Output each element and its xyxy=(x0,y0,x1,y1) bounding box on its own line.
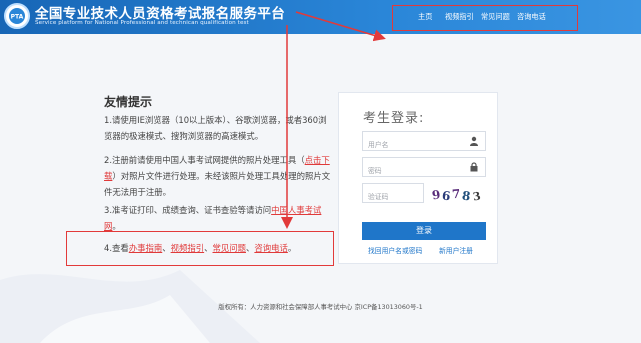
tip-4-sep: 、 xyxy=(162,243,171,253)
captcha-image[interactable]: 9 6 7 8 3 xyxy=(430,187,487,206)
nav-item-hotline[interactable]: 咨询电话 xyxy=(517,12,546,22)
tip-4-text-after: 。 xyxy=(287,243,297,253)
logo-text: PTA xyxy=(11,14,24,21)
logo-icon: PTA xyxy=(4,3,30,29)
video-guide-link[interactable]: 视频指引 xyxy=(171,243,205,253)
login-button[interactable]: 登录 xyxy=(362,222,486,240)
register-link[interactable]: 新用户注册 xyxy=(439,245,473,255)
captcha-input[interactable] xyxy=(363,188,419,206)
tip-2-text-before: 2.注册前请使用中国人事考试网提供的照片处理工具（ xyxy=(104,155,305,165)
captcha-char: 6 xyxy=(441,188,452,204)
user-icon xyxy=(470,136,478,146)
tip-3: 3.准考证打印、成绩查询、证书查验等请访问中国人事考试网。 xyxy=(104,202,332,234)
guide-link[interactable]: 办事指南 xyxy=(129,243,163,253)
password-input[interactable] xyxy=(363,162,463,180)
tip-2-text-after: ）对照片文件进行处理。未经该照片处理工具处理的照片文件无法用于注册。 xyxy=(104,171,331,197)
tip-3-text-before: 3.准考证打印、成绩查询、证书查验等请访问 xyxy=(104,205,272,215)
tips-title: 友情提示 xyxy=(104,95,153,109)
tip-2: 2.注册前请使用中国人事考试网提供的照片处理工具（点击下载）对照片文件进行处理。… xyxy=(104,152,332,200)
site-subtitle: Service platform for National Profession… xyxy=(35,20,249,26)
captcha-char: 9 xyxy=(431,187,442,203)
footer-copyright: 版权所有：人力资源和社会保障部人事考试中心 京ICP备13013060号-1 xyxy=(218,303,423,311)
forgot-credentials-link[interactable]: 找回用户名或密码 xyxy=(368,245,422,255)
nav-item-home[interactable]: 主页 xyxy=(418,12,432,22)
captcha-field xyxy=(362,183,424,206)
captcha-char: 8 xyxy=(461,188,472,204)
tip-4-text-before: 4.查看 xyxy=(104,243,129,253)
nav-item-faq[interactable]: 常见问题 xyxy=(481,12,510,22)
login-title: 考生登录: xyxy=(363,111,425,126)
tip-3-text-after: 。 xyxy=(112,221,121,231)
tip-4: 4.查看办事指南、视频指引、常见问题、咨询电话。 xyxy=(104,240,332,256)
nav-item-video-guide[interactable]: 视频指引 xyxy=(445,12,474,22)
tip-4-sep: 、 xyxy=(204,243,213,253)
tip-1: 1.请使用IE浏览器（10以上版本）、谷歌浏览器，或者360浏览器的极速模式、搜… xyxy=(104,115,327,141)
faq-link[interactable]: 常见问题 xyxy=(213,243,247,253)
captcha-char: 7 xyxy=(451,187,461,202)
password-field xyxy=(362,157,486,180)
top-nav: 主页 视频指引 常见问题 咨询电话 xyxy=(392,5,578,31)
lock-icon xyxy=(470,162,478,172)
header-bar: PTA 全国专业技术人员资格考试报名服务平台 Service platform … xyxy=(0,0,641,34)
site-title: 全国专业技术人员资格考试报名服务平台 xyxy=(35,6,286,22)
hotline-link[interactable]: 咨询电话 xyxy=(254,243,288,253)
username-input[interactable] xyxy=(363,136,463,154)
captcha-char: 3 xyxy=(471,189,482,204)
username-field xyxy=(362,131,486,154)
